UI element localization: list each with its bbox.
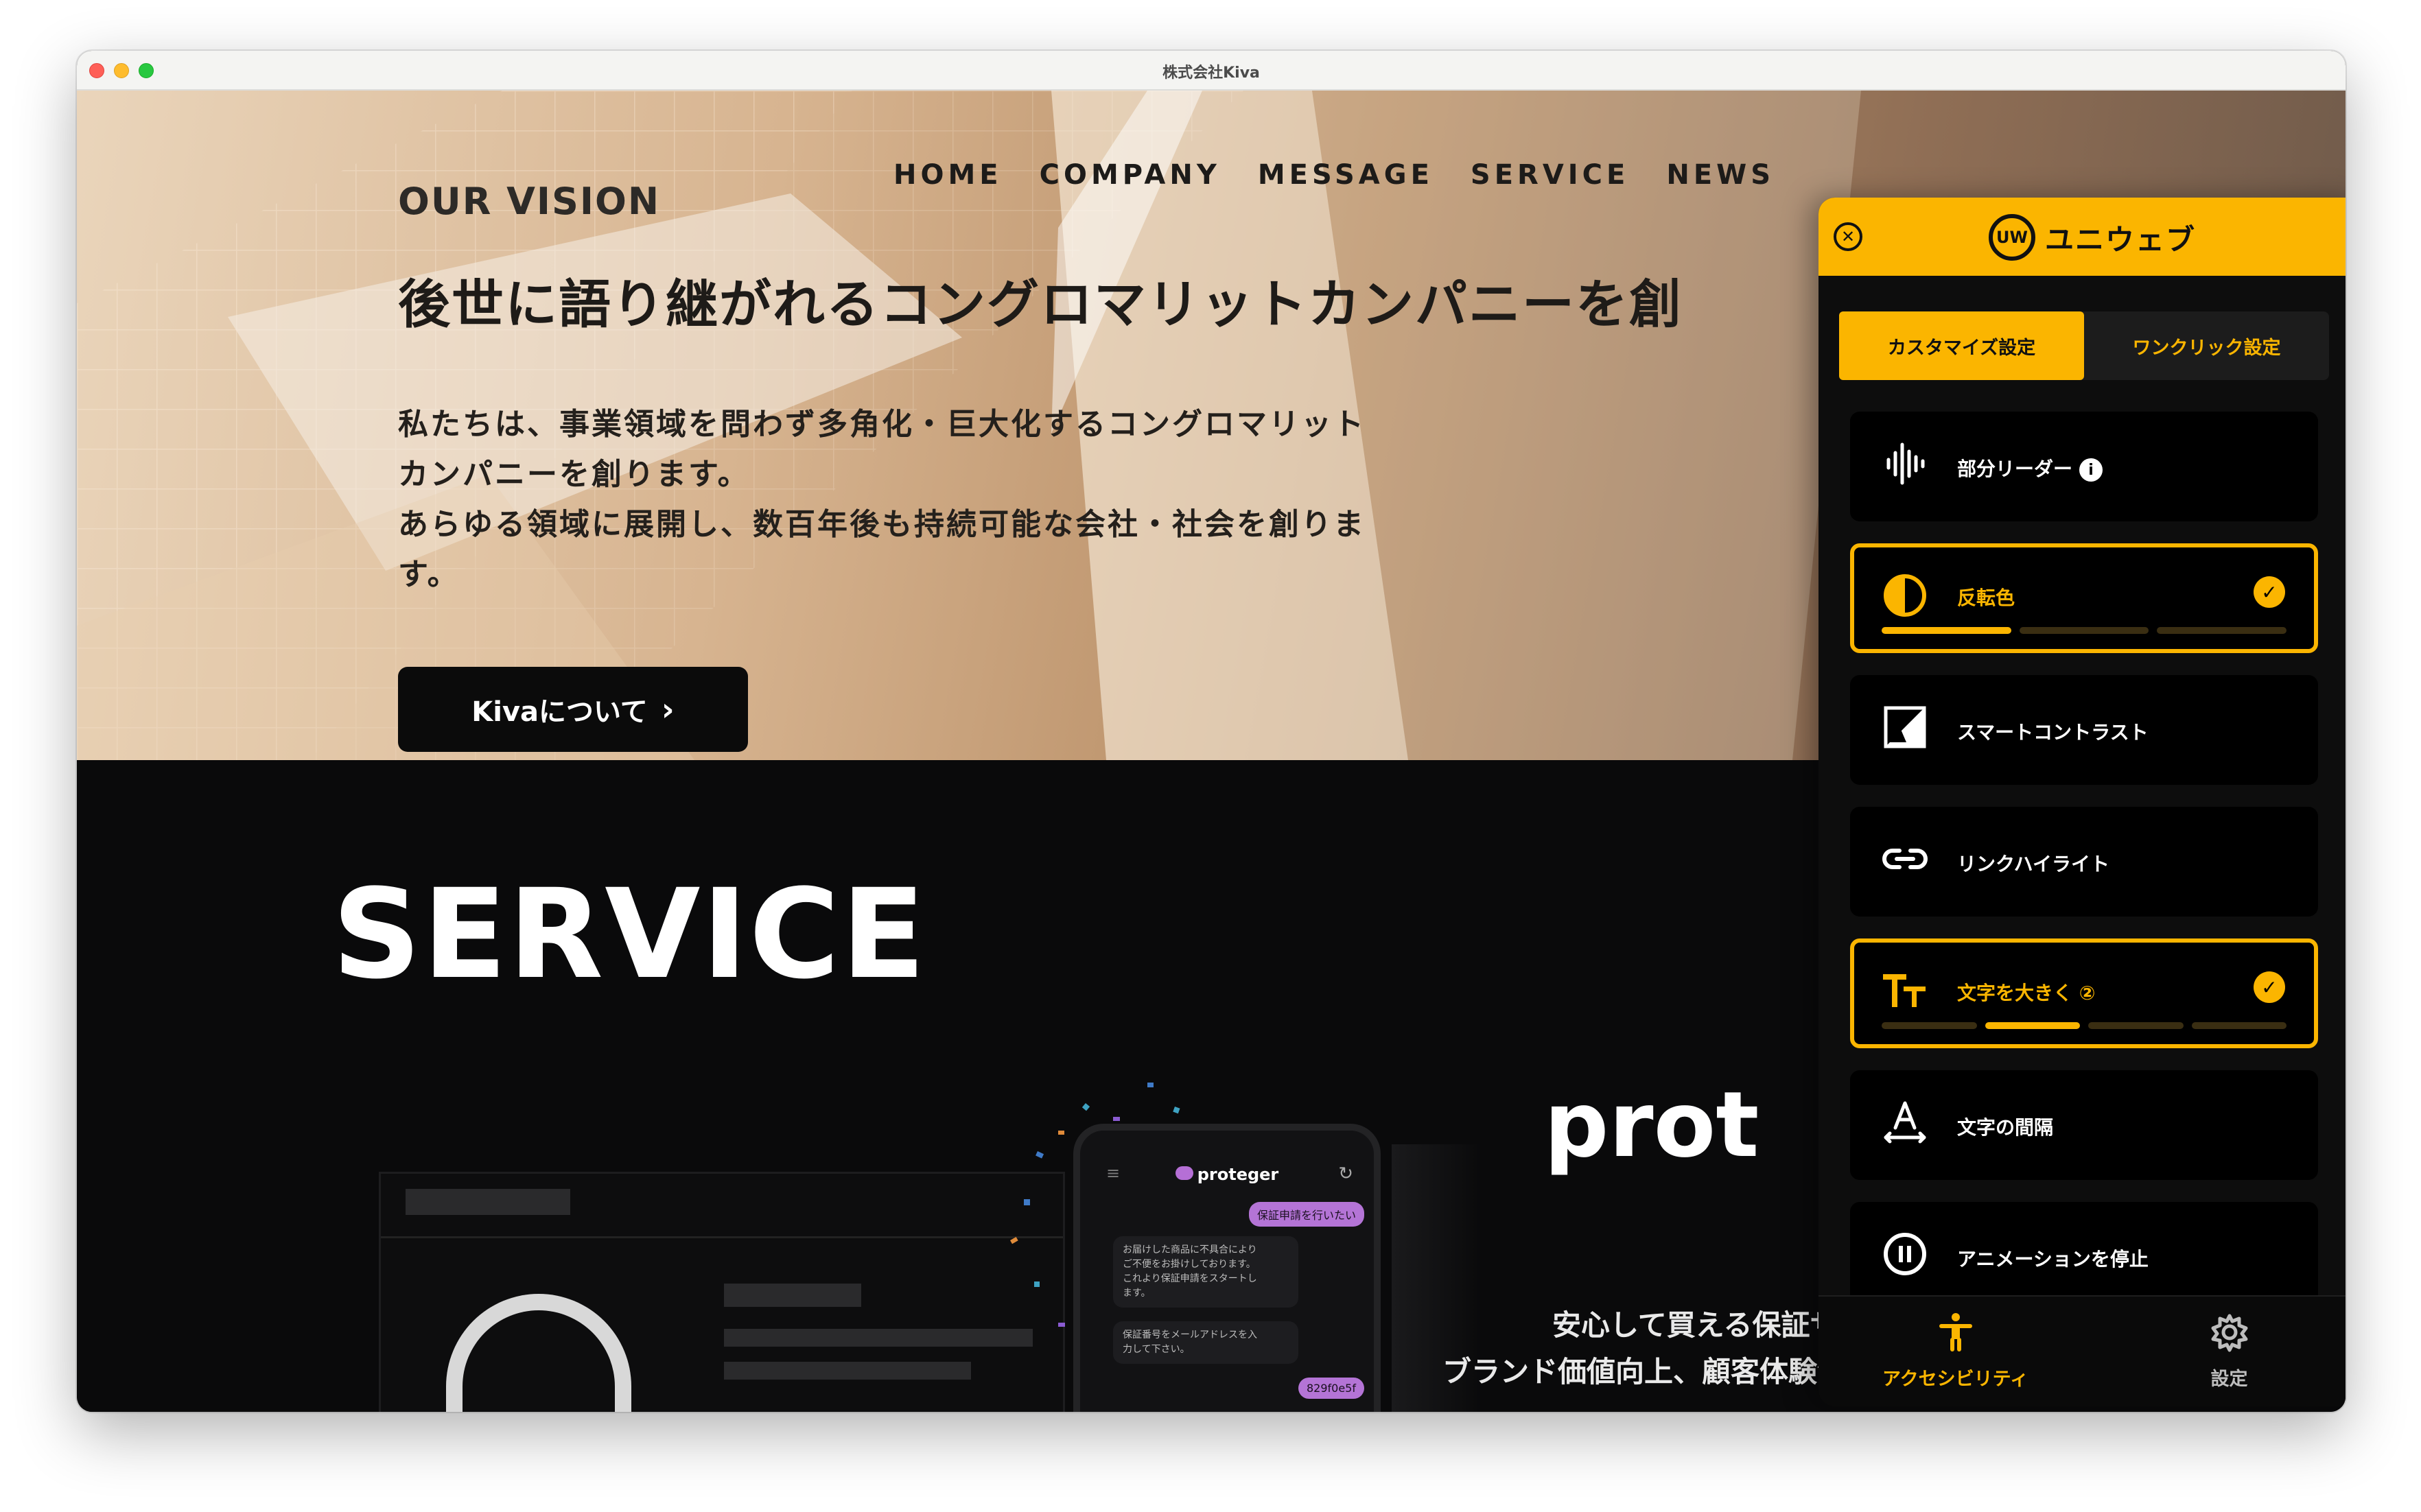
feature-label-text: 部分リーダー [1957, 458, 2073, 480]
footer-tab-settings[interactable]: 設定 [2092, 1312, 2346, 1391]
level-segment [2191, 1022, 2286, 1029]
widget-brand: UW ユニウェブ [1818, 214, 2346, 261]
feature-label: 文字を大きく ② [1957, 982, 2096, 1004]
feature-label: アニメーションを停止 [1957, 1248, 2149, 1271]
nav-news[interactable]: NEWS [1666, 159, 1775, 191]
hero-body-line: 私たちは、事業領域を問わず多角化・巨大化するコングロマリット [398, 407, 1366, 442]
main-nav: HOME COMPANY MESSAGE SERVICE NEWS [893, 159, 1775, 191]
feature-smart-contrast[interactable]: スマートコントラスト [1850, 675, 2318, 785]
text-size-icon [1883, 974, 1926, 1007]
hero-headline: 後世に語り継がれるコングロマリットカンパニーを創 [398, 274, 1683, 335]
smart-contrast-icon [1884, 706, 1926, 748]
hero-eyebrow: OUR VISION [398, 180, 661, 223]
feature-label: スマートコントラスト [1957, 721, 2149, 744]
nav-company[interactable]: COMPANY [1040, 159, 1221, 191]
tab-one-click[interactable]: ワンクリック設定 [2084, 311, 2329, 380]
chat-bubble-user: 保証申請を行いたい [1248, 1202, 1364, 1227]
link-icon [1882, 849, 1928, 869]
refresh-icon: ↻ [1338, 1163, 1353, 1184]
nav-service[interactable]: SERVICE [1471, 159, 1629, 191]
feature-partial-reader[interactable]: 部分リーダー i [1850, 412, 2318, 521]
footer-tab-label: アクセシビリティ [1882, 1369, 2029, 1390]
phone-brand: proteger [1080, 1165, 1374, 1184]
feature-invert-colors[interactable]: 反転色 ✓ [1850, 543, 2318, 653]
phone-brand-label: proteger [1197, 1165, 1279, 1184]
footer-tab-accessibility[interactable]: アクセシビリティ [1818, 1312, 2092, 1391]
accessibility-person-icon [1939, 1313, 1972, 1351]
letter-spacing-icon [1884, 1101, 1926, 1144]
footer-tab-label: 設定 [2210, 1369, 2248, 1390]
chat-bubble-user: 829f0e5f [1298, 1378, 1364, 1399]
widget-brand-name: ユニウェブ [2044, 222, 2196, 257]
hero-body-line: す。 [398, 557, 460, 592]
hero-body-text: 私たちは、事業領域を問わず多角化・巨大化するコングロマリット カンパニーを創りま… [398, 399, 1414, 600]
chat-bubble-bot: 保証番号をメールアドレスを入 力して下さい。 [1113, 1321, 1298, 1364]
feature-label: リンクハイライト [1957, 853, 2110, 875]
check-circle-icon: ✓ [2254, 576, 2285, 608]
window-title: 株式会社Kiva [1162, 64, 1260, 82]
level-segment-on [1985, 1022, 2080, 1029]
widget-tabs: カスタマイズ設定 ワンクリック設定 [1839, 311, 2329, 380]
about-kiva-button[interactable]: Kivaについて › [398, 667, 748, 752]
nav-message[interactable]: MESSAGE [1258, 159, 1434, 191]
chat-bubble-bot: お届けした商品に不具合により ご不便をお掛けしております。 これより保証申請をス… [1113, 1236, 1298, 1308]
hero-body-line: あらゆる領域に展開し、数百年後も持続可能な会社・社会を創りま [398, 507, 1366, 542]
level-segment [2088, 1022, 2184, 1029]
soundwave-icon [1886, 442, 1925, 485]
browser-window: 株式会社Kiva HOME COMPANY MESSAGE SERVICE NE… [77, 51, 2346, 1412]
level-segment [2019, 627, 2149, 634]
feature-letter-spacing[interactable]: 文字の間隔 [1850, 1070, 2318, 1180]
level-indicator [1882, 627, 2287, 634]
feature-label: 文字の間隔 [1957, 1116, 2054, 1139]
pause-circle-icon [1884, 1233, 1926, 1275]
level-segment-on [1882, 627, 2011, 634]
level-segment [2157, 627, 2287, 634]
feature-link-highlight[interactable]: リンクハイライト [1850, 807, 2318, 917]
uniweb-logo-icon: UW [1988, 214, 2035, 261]
feature-bigger-text[interactable]: 文字を大きく ② ✓ [1850, 938, 2318, 1048]
uniweb-accessibility-panel: ✕ UW ユニウェブ カスタマイズ設定 ワンクリック設定 部分リーダー i 反転… [1818, 198, 2346, 1406]
nav-home[interactable]: HOME [893, 159, 1003, 191]
feature-label: 部分リーダー i [1957, 454, 2103, 482]
contrast-half-icon [1884, 574, 1926, 617]
phone-mockup: ≡ proteger ↻ 保証申請を行いたい お届けした商品に不具合により ご不… [1073, 1124, 1381, 1412]
widget-header: ✕ UW ユニウェブ [1818, 198, 2346, 276]
feature-label: 反転色 [1957, 587, 2015, 609]
info-icon[interactable]: i [2079, 458, 2103, 482]
tab-customize[interactable]: カスタマイズ設定 [1839, 311, 2084, 380]
gear-icon [2211, 1314, 2247, 1352]
hero-body-line: カンパニーを創ります。 [398, 457, 750, 492]
proteger-logo-icon [1175, 1166, 1193, 1180]
title-bar: 株式会社Kiva [77, 51, 2346, 91]
chevron-right-icon: › [661, 691, 675, 728]
product-title: prot [1544, 1072, 1759, 1178]
level-segment [1882, 1022, 1977, 1029]
level-indicator [1882, 1022, 2286, 1029]
widget-footer: アクセシビリティ 設定 [1818, 1295, 2346, 1406]
check-circle-icon: ✓ [2254, 971, 2285, 1003]
about-kiva-label: Kivaについて [471, 696, 648, 728]
